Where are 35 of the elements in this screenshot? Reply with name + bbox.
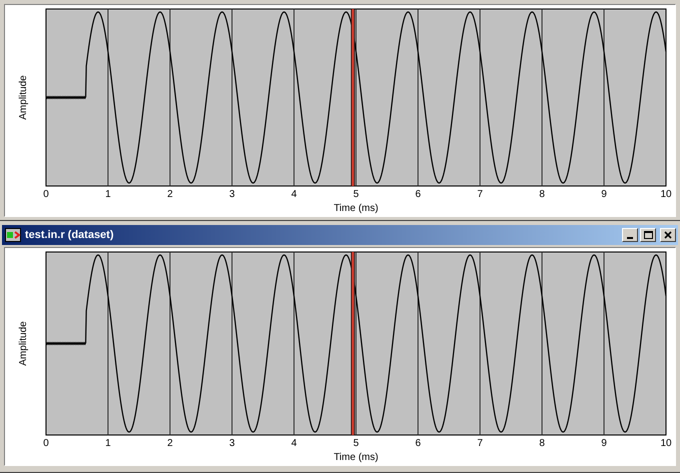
axis-label: Time (ms) (334, 452, 378, 463)
tick-label: 0 (43, 438, 49, 449)
cursor-line[interactable] (350, 9, 355, 186)
tick-label: 1 (105, 438, 111, 449)
tick-label: 1 (105, 189, 111, 200)
tick-label: 3 (229, 189, 235, 200)
tick-label: 5 (353, 438, 359, 449)
tick-label: 4 (291, 189, 297, 200)
window-icon (5, 228, 21, 242)
tick-label: 9 (601, 438, 607, 449)
tick-label: 10 (660, 189, 672, 200)
tick-label: 5 (353, 189, 359, 200)
tick-label: 6 (415, 438, 421, 449)
tick-label: 7 (477, 189, 483, 200)
tick-label: 2 (167, 189, 173, 200)
tick-label: 8 (539, 189, 545, 200)
tick-label: 9 (601, 189, 607, 200)
tick-label: 2 (167, 438, 173, 449)
axis-label: Amplitude (18, 321, 29, 366)
tick-label: 6 (415, 189, 421, 200)
close-icon (664, 231, 672, 239)
maximize-icon (644, 231, 652, 239)
cursor-line[interactable] (350, 252, 355, 435)
axis-label: Amplitude (18, 75, 29, 120)
window-title: test.in.r (dataset) (25, 229, 115, 241)
tick-label: 4 (291, 438, 297, 449)
maximize-button[interactable] (640, 228, 656, 242)
tick-label: 3 (229, 438, 235, 449)
tick-label: 0 (43, 189, 49, 200)
axis-label: Time (ms) (334, 203, 378, 214)
close-button[interactable] (660, 228, 676, 242)
tick-label: 7 (477, 438, 483, 449)
minimize-button[interactable] (622, 228, 638, 242)
tick-label: 8 (539, 438, 545, 449)
tick-label: 10 (660, 438, 672, 449)
